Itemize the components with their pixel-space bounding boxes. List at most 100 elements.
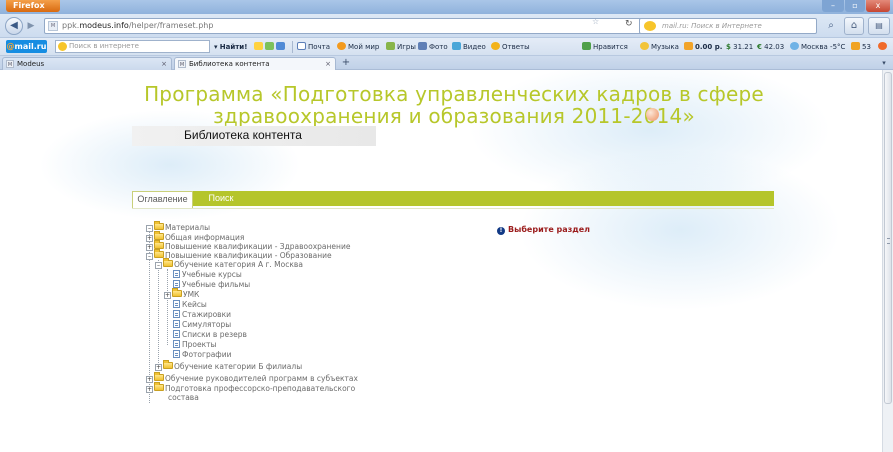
money-button[interactable]: 0.00 р.: [684, 41, 722, 53]
bookmark-star-icon[interactable]: ☆: [592, 17, 599, 26]
home-icon[interactable]: ⌂: [844, 17, 864, 35]
tab-list-icon[interactable]: ▾: [878, 57, 890, 69]
forward-arrow-icon[interactable]: ▶: [24, 20, 38, 33]
collapse-icon[interactable]: –: [146, 225, 153, 232]
music-icon: [640, 42, 649, 50]
bookmark-answers[interactable]: Ответы: [491, 41, 530, 53]
new-tab-icon[interactable]: +: [339, 57, 353, 69]
weather-cloud-icon: [790, 42, 799, 50]
like-icon: [582, 42, 591, 50]
document-icon: [173, 340, 180, 348]
euro-icon: €: [757, 43, 762, 51]
search-engine-icon[interactable]: [644, 21, 656, 31]
tree-node-reserve-lists[interactable]: Списки в резерв: [173, 330, 247, 340]
bookmark-photo[interactable]: Фото: [418, 41, 448, 53]
tab-contents[interactable]: Оглавление: [132, 191, 193, 208]
document-icon: [173, 280, 180, 288]
tree-node-projects[interactable]: Проекты: [173, 340, 216, 350]
music-button[interactable]: Музыка: [640, 41, 679, 53]
reload-icon[interactable]: ↻: [625, 19, 633, 29]
tab-search[interactable]: Поиск: [193, 191, 249, 206]
expand-icon[interactable]: +: [146, 244, 153, 251]
find-button[interactable]: ▾ Найти!: [214, 41, 247, 53]
answers-icon: [491, 42, 500, 50]
select-section-message: ! Выберите раздел: [497, 225, 590, 235]
page-title: Программа «Подготовка управленческих кад…: [132, 83, 776, 127]
bookmark-video[interactable]: Видео: [452, 41, 486, 53]
tree-node-cases[interactable]: Кейсы: [173, 300, 207, 310]
decorative-ball-icon: [646, 108, 659, 121]
tree-node-internships[interactable]: Стажировки: [173, 310, 231, 320]
maximize-button[interactable]: ▫: [845, 0, 865, 12]
tab-close-icon[interactable]: ×: [161, 58, 167, 70]
firefox-menu-button[interactable]: Firefox: [6, 0, 60, 12]
tab-favicon-icon: M: [178, 60, 186, 68]
bookmark-games[interactable]: Игры: [386, 41, 416, 53]
library-title: Библиотека контента: [184, 128, 302, 142]
highlight-icon[interactable]: [254, 41, 287, 53]
mailru-logo-ru: .ru: [33, 42, 47, 51]
tab-content-library[interactable]: M Библиотека контента ×: [174, 57, 336, 70]
tab-close-icon[interactable]: ×: [325, 58, 331, 70]
bookmark-mail[interactable]: Почта: [297, 41, 330, 53]
tabs-divider: [132, 208, 774, 209]
expand-icon[interactable]: +: [164, 292, 171, 299]
tree-node-program-leaders[interactable]: + Обучение руководителей программ в субъе…: [146, 372, 358, 384]
tree-node-category-a[interactable]: – Обучение категория А г. Москва: [155, 258, 303, 270]
web-search-input[interactable]: mail.ru: Поиск в Интернете: [639, 18, 817, 34]
toolbar-search-input[interactable]: Поиск в интернете: [55, 40, 210, 53]
addon-icon[interactable]: [878, 41, 889, 53]
document-icon: [173, 310, 180, 318]
dollar-icon: $: [726, 43, 731, 51]
toolbar-menu-icon[interactable]: ▤: [868, 17, 890, 35]
page-scrollbar[interactable]: [882, 70, 893, 452]
tree-node-category-b[interactable]: + Обучение категории Б филиалы: [155, 360, 302, 372]
minimize-button[interactable]: –: [822, 0, 844, 12]
folder-icon: [172, 288, 182, 297]
web-search-placeholder: mail.ru: Поиск в Интернете: [662, 22, 762, 30]
tree-node-teaching-staff-line-2: состава: [168, 393, 199, 402]
tree-node-umk[interactable]: + УМК: [164, 288, 199, 300]
close-window-button[interactable]: x: [866, 0, 890, 12]
like-button[interactable]: Нравится: [582, 41, 628, 53]
tab-modeus[interactable]: M Modeus ×: [2, 57, 172, 70]
expand-icon[interactable]: +: [146, 376, 153, 383]
search-icon[interactable]: ⌕: [821, 18, 841, 34]
tree-node-films[interactable]: Учебные фильмы: [173, 280, 250, 290]
scrollbar-thumb[interactable]: [884, 72, 892, 404]
games-icon: [386, 42, 395, 50]
back-arrow-icon[interactable]: ◀: [5, 17, 23, 35]
bookmark-my-world[interactable]: Мой мир: [337, 41, 379, 53]
notifications-badge[interactable]: 53: [851, 41, 871, 53]
navigation-toolbar: ◀ ▶ M ppk.modeus.info/helper/frameset.ph…: [0, 14, 893, 38]
tree-node-simulators[interactable]: Симуляторы: [173, 320, 231, 330]
address-bar[interactable]: M ppk.modeus.info/helper/frameset.php: [44, 18, 657, 34]
expand-icon[interactable]: +: [146, 235, 153, 242]
url-path: /helper/frameset.php: [128, 21, 214, 30]
expand-icon[interactable]: +: [155, 364, 162, 371]
folder-icon: [163, 258, 173, 267]
tree-node-courses[interactable]: Учебные курсы: [173, 270, 242, 280]
collapse-icon[interactable]: –: [146, 253, 153, 260]
folder-icon: [154, 231, 164, 240]
photo-icon: [418, 42, 427, 50]
document-icon: [173, 330, 180, 338]
mailru-toolbar: @mail.ru Поиск в интернете ▾ Найти! Почт…: [0, 38, 893, 56]
eur-rate[interactable]: € 42.03: [757, 41, 784, 53]
expand-icon[interactable]: +: [146, 386, 153, 393]
collapse-icon[interactable]: –: [155, 262, 162, 269]
folder-icon: [154, 372, 164, 381]
window-titlebar: Firefox – ▫ x: [0, 0, 893, 14]
info-icon: !: [497, 227, 505, 235]
notifications-icon: [851, 42, 860, 50]
page-content: Программа «Подготовка управленческих кад…: [0, 70, 882, 452]
toolbar-search-placeholder: Поиск в интернете: [69, 42, 139, 50]
site-favicon-icon: M: [48, 21, 58, 31]
tab-favicon-icon: M: [6, 60, 14, 68]
tree-node-photos[interactable]: Фотографии: [173, 350, 231, 360]
weather-button[interactable]: Москва -5°C: [790, 41, 845, 53]
tab-strip: M Modeus × M Библиотека контента × + ▾: [0, 56, 893, 70]
title-line-2: здравоохранения и образования 2011-2014»: [213, 104, 695, 128]
mailru-logo[interactable]: @mail.ru: [6, 40, 47, 53]
usd-rate[interactable]: $ 31.21: [726, 41, 753, 53]
